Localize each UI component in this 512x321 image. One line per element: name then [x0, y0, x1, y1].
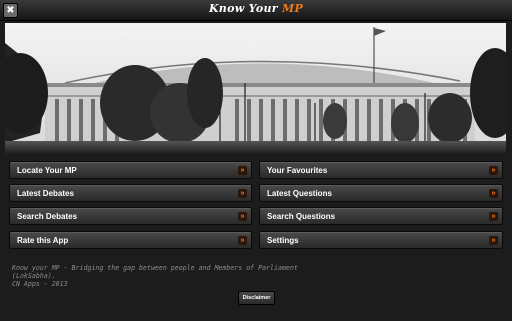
menu-item-label: Your Favourites — [267, 166, 328, 175]
latest-debates-button[interactable]: Latest Debates » — [9, 184, 252, 202]
chevron-right-icon: » — [489, 236, 498, 245]
app-title: Know Your MP — [0, 2, 512, 15]
chevron-right-icon: » — [238, 189, 247, 198]
about-text: Know your MP - Bridging the gap between … — [12, 264, 482, 288]
chevron-right-icon: » — [238, 166, 247, 175]
search-questions-button[interactable]: Search Questions » — [259, 207, 503, 225]
locate-your-mp-button[interactable]: Locate Your MP » — [9, 161, 252, 179]
chevron-right-icon: » — [489, 189, 498, 198]
menu-item-label: Locate Your MP — [17, 166, 77, 175]
menu-item-label: Search Questions — [267, 212, 336, 221]
parliament-banner-image — [5, 23, 506, 155]
chevron-right-icon: » — [238, 212, 247, 221]
latest-questions-button[interactable]: Latest Questions » — [259, 184, 503, 202]
parliament-house-illustration — [5, 23, 506, 155]
title-bar: ✖ Know Your MP — [0, 0, 512, 21]
menu-item-label: Rate this App — [17, 236, 69, 245]
disclaimer-button[interactable]: Disclaimer — [238, 291, 275, 305]
menu-item-label: Settings — [267, 236, 299, 245]
settings-button[interactable]: Settings » — [259, 231, 503, 249]
app-title-accent: MP — [282, 2, 304, 15]
menu-item-label: Latest Debates — [17, 189, 74, 198]
about-line-3: CN Apps - 2013 — [12, 280, 68, 288]
about-line-1: Know your MP - Bridging the gap between … — [12, 264, 298, 272]
app-title-main: Know Your — [208, 2, 282, 15]
rate-this-app-button[interactable]: Rate this App » — [9, 231, 252, 249]
chevron-right-icon: » — [489, 166, 498, 175]
menu-item-label: Search Debates — [17, 212, 78, 221]
menu-item-label: Latest Questions — [267, 189, 332, 198]
search-debates-button[interactable]: Search Debates » — [9, 207, 252, 225]
chevron-right-icon: » — [238, 236, 247, 245]
about-line-2: (LokSabha). — [12, 272, 56, 280]
your-favourites-button[interactable]: Your Favourites » — [259, 161, 503, 179]
chevron-right-icon: » — [489, 212, 498, 221]
